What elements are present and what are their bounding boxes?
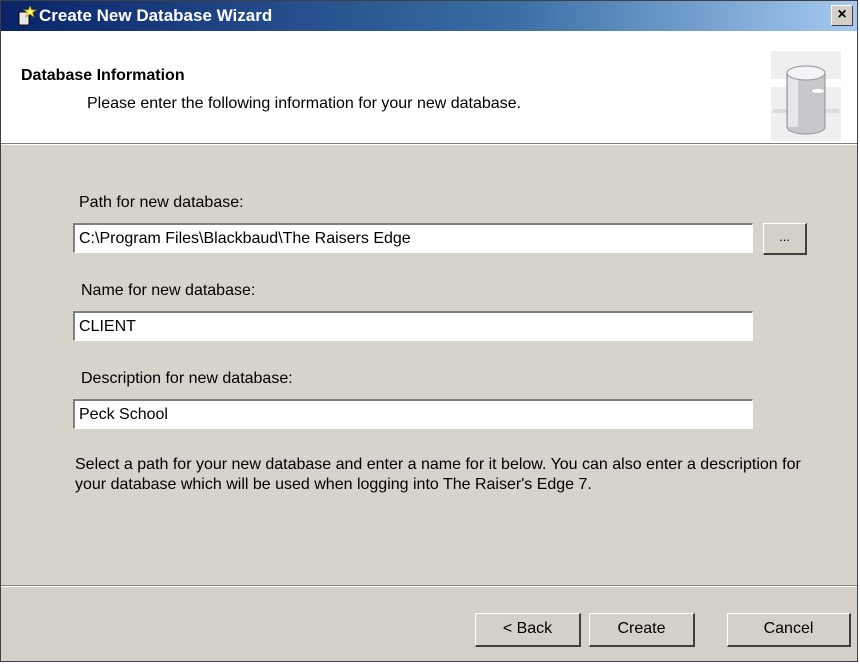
header-subtitle: Please enter the following information f…	[87, 95, 522, 112]
path-input[interactable]	[73, 223, 753, 253]
description-input[interactable]	[73, 399, 753, 429]
path-label: Path for new database:	[79, 194, 244, 211]
title-bar[interactable]: Create New Database Wizard ×	[1, 1, 857, 31]
header-title: Database Information	[21, 67, 185, 84]
database-cylinder-icon	[771, 51, 841, 141]
window-title: Create New Database Wizard	[39, 6, 273, 25]
wizard-window: Create New Database Wizard × Database In…	[0, 0, 858, 662]
browse-button[interactable]: ...	[763, 223, 807, 255]
name-label: Name for new database:	[81, 282, 256, 299]
back-button[interactable]: < Back	[475, 613, 581, 647]
description-label: Description for new database:	[81, 370, 293, 387]
wizard-header: Database Information Please enter the fo…	[1, 31, 857, 143]
instructions-text: Select a path for your new database and …	[75, 456, 801, 493]
create-button[interactable]: Create	[589, 613, 695, 647]
close-button[interactable]: ×	[831, 5, 853, 26]
cancel-button[interactable]: Cancel	[727, 613, 851, 647]
wizard-wand-icon	[15, 5, 38, 26]
name-input[interactable]	[73, 311, 753, 341]
